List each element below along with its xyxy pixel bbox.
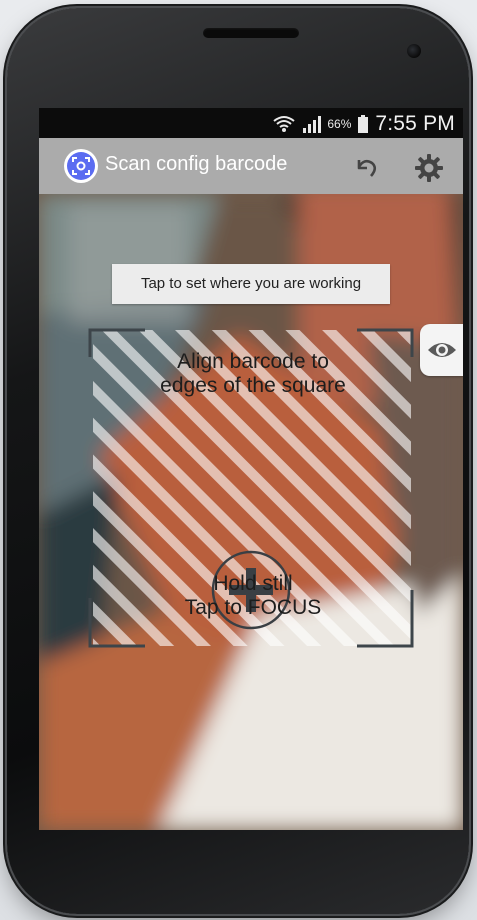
undo-icon[interactable] bbox=[347, 150, 383, 186]
eye-toggle-tab[interactable] bbox=[420, 324, 463, 376]
phone-screen: 66% 7:55 PM Scan config barcode Tap to s… bbox=[39, 108, 463, 830]
status-icons: 66% 7:55 PM bbox=[273, 112, 455, 136]
eye-icon bbox=[428, 343, 456, 357]
location-tooltip[interactable]: Tap to set where you are working bbox=[112, 264, 390, 304]
front-camera bbox=[407, 44, 421, 58]
focus-instruction: Hold still Tap to FOCUS bbox=[93, 572, 413, 620]
status-bar: 66% 7:55 PM bbox=[39, 108, 463, 138]
battery-icon bbox=[358, 115, 369, 133]
gear-icon[interactable] bbox=[411, 150, 447, 186]
phone-frame: 66% 7:55 PM Scan config barcode Tap to s… bbox=[7, 8, 469, 914]
hold-line-1: Hold still bbox=[213, 572, 293, 595]
battery-percent: 66% bbox=[327, 117, 352, 131]
app-bar: Scan config barcode bbox=[39, 138, 463, 194]
earpiece-speaker bbox=[203, 28, 299, 38]
wifi-icon bbox=[273, 116, 295, 132]
hold-line-2: Tap to FOCUS bbox=[184, 596, 322, 619]
barcode-scan-icon[interactable] bbox=[63, 148, 99, 184]
camera-preview[interactable]: Tap to set where you are working Align b… bbox=[39, 194, 463, 830]
align-line-2: edges of the square bbox=[160, 374, 346, 397]
app-title: Scan config barcode bbox=[105, 153, 288, 175]
align-instruction: Align barcode to edges of the square bbox=[93, 350, 413, 398]
signal-icon bbox=[303, 116, 322, 133]
clock: 7:55 PM bbox=[375, 112, 455, 135]
align-line-1: Align barcode to bbox=[177, 350, 329, 373]
